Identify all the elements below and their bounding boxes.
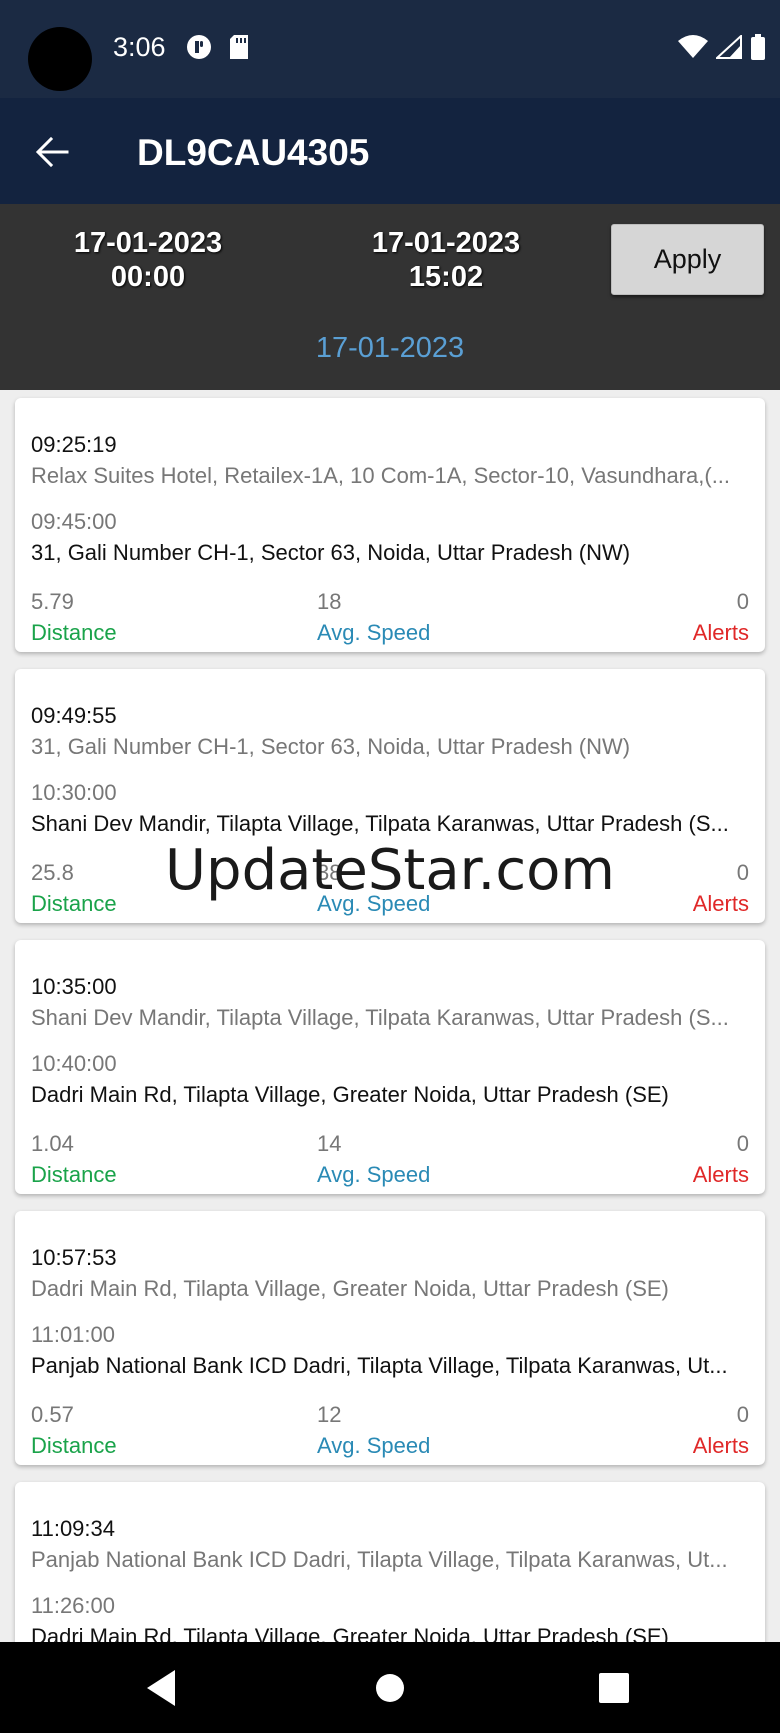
trip-end-address: Dadri Main Rd, Tilapta Village, Greater …	[31, 1624, 669, 1642]
alerts-label: Alerts	[692, 1162, 749, 1187]
avg-speed-label: Avg. Speed	[317, 1162, 431, 1187]
nav-back-button[interactable]	[141, 1666, 185, 1710]
trip-end-time: 10:40:00	[31, 1051, 117, 1076]
trip-start-time: 11:09:34	[31, 1516, 116, 1541]
avg-speed-value: 12	[317, 1402, 342, 1427]
date-filter-bar: 17-01-2023 00:00 17-01-2023 15:02 Apply …	[0, 204, 780, 390]
camera-cutout	[28, 27, 92, 91]
status-time: 3:06	[113, 32, 166, 62]
distance-value: 0.57	[31, 1402, 74, 1427]
trip-end-address: Dadri Main Rd, Tilapta Village, Greater …	[31, 1082, 669, 1107]
signal-icon	[714, 33, 742, 64]
from-datetime-picker[interactable]: 17-01-2023 00:00	[38, 226, 258, 294]
avg-speed-label: Avg. Speed	[317, 1433, 431, 1458]
avg-speed-value: 38	[317, 860, 342, 885]
nav-back-icon	[147, 1670, 175, 1706]
system-nav-bar	[0, 1642, 780, 1733]
trip-card[interactable]: 09:49:55 31, Gali Number CH-1, Sector 63…	[15, 669, 765, 923]
alerts-label: Alerts	[692, 891, 749, 916]
battery-icon	[750, 34, 766, 65]
apply-button[interactable]: Apply	[611, 224, 764, 295]
trip-card[interactable]: 11:09:34 Panjab National Bank ICD Dadri,…	[15, 1482, 765, 1642]
arrow-left-icon	[35, 137, 69, 167]
status-bar: 3:06	[0, 0, 780, 98]
alerts-value: 0	[736, 1402, 749, 1427]
trip-start-time: 09:25:19	[31, 432, 117, 457]
trip-end-time: 11:26:00	[31, 1593, 116, 1618]
trip-end-time: 11:01:00	[31, 1322, 116, 1347]
app-bar: DL9CAU4305	[0, 98, 780, 204]
alerts-value: 0	[736, 860, 749, 885]
trip-list[interactable]: 09:25:19 Relax Suites Hotel, Retailex-1A…	[0, 390, 780, 1642]
distance-value: 5.79	[31, 589, 74, 614]
trip-start-time: 10:57:53	[31, 1245, 117, 1270]
alerts-value: 0	[736, 1131, 749, 1156]
trip-card[interactable]: 09:25:19 Relax Suites Hotel, Retailex-1A…	[15, 398, 765, 652]
to-date: 17-01-2023	[371, 227, 521, 259]
alerts-label: Alerts	[692, 620, 749, 645]
trip-end-time: 10:30:00	[31, 780, 117, 805]
trip-start-time: 09:49:55	[31, 703, 117, 728]
trip-start-address: Shani Dev Mandir, Tilapta Village, Tilpa…	[31, 1005, 729, 1030]
trip-card[interactable]: 10:57:53 Dadri Main Rd, Tilapta Village,…	[15, 1211, 765, 1465]
distance-label: Distance	[31, 1162, 117, 1187]
data-saver-icon	[186, 34, 212, 65]
back-button[interactable]	[28, 128, 76, 176]
trip-start-address: Dadri Main Rd, Tilapta Village, Greater …	[31, 1276, 669, 1301]
from-date: 17-01-2023	[73, 227, 223, 259]
distance-label: Distance	[31, 1433, 117, 1458]
nav-home-button[interactable]	[368, 1666, 412, 1710]
to-datetime-picker[interactable]: 17-01-2023 15:02	[336, 226, 556, 294]
trip-end-address: Shani Dev Mandir, Tilapta Village, Tilpa…	[31, 811, 729, 836]
distance-label: Distance	[31, 620, 117, 645]
trip-end-address: 31, Gali Number CH-1, Sector 63, Noida, …	[31, 540, 631, 565]
distance-value: 1.04	[31, 1131, 74, 1156]
trip-start-address: Panjab National Bank ICD Dadri, Tilapta …	[31, 1547, 728, 1572]
distance-value: 25.8	[31, 860, 74, 885]
avg-speed-value: 14	[317, 1131, 342, 1156]
avg-speed-value: 18	[317, 589, 342, 614]
trip-card[interactable]: 10:35:00 Shani Dev Mandir, Tilapta Villa…	[15, 940, 765, 1194]
wifi-icon	[678, 35, 708, 64]
nav-recents-icon	[599, 1673, 629, 1703]
to-time: 15:02	[408, 261, 484, 293]
avg-speed-label: Avg. Speed	[317, 620, 431, 645]
trip-end-address: Panjab National Bank ICD Dadri, Tilapta …	[31, 1353, 728, 1378]
distance-label: Distance	[31, 891, 117, 916]
alerts-value: 0	[736, 589, 749, 614]
avg-speed-label: Avg. Speed	[317, 891, 431, 916]
sd-card-icon	[228, 34, 250, 65]
alerts-label: Alerts	[692, 1433, 749, 1458]
trip-start-address: Relax Suites Hotel, Retailex-1A, 10 Com-…	[31, 463, 731, 488]
trip-start-time: 10:35:00	[31, 974, 117, 999]
page-title: DL9CAU4305	[137, 132, 370, 173]
trip-start-address: 31, Gali Number CH-1, Sector 63, Noida, …	[31, 734, 631, 759]
selected-date[interactable]: 17-01-2023	[0, 332, 780, 365]
nav-recents-button[interactable]	[592, 1666, 636, 1710]
from-time: 00:00	[110, 261, 186, 293]
trip-end-time: 09:45:00	[31, 509, 117, 534]
nav-home-icon	[376, 1674, 404, 1702]
